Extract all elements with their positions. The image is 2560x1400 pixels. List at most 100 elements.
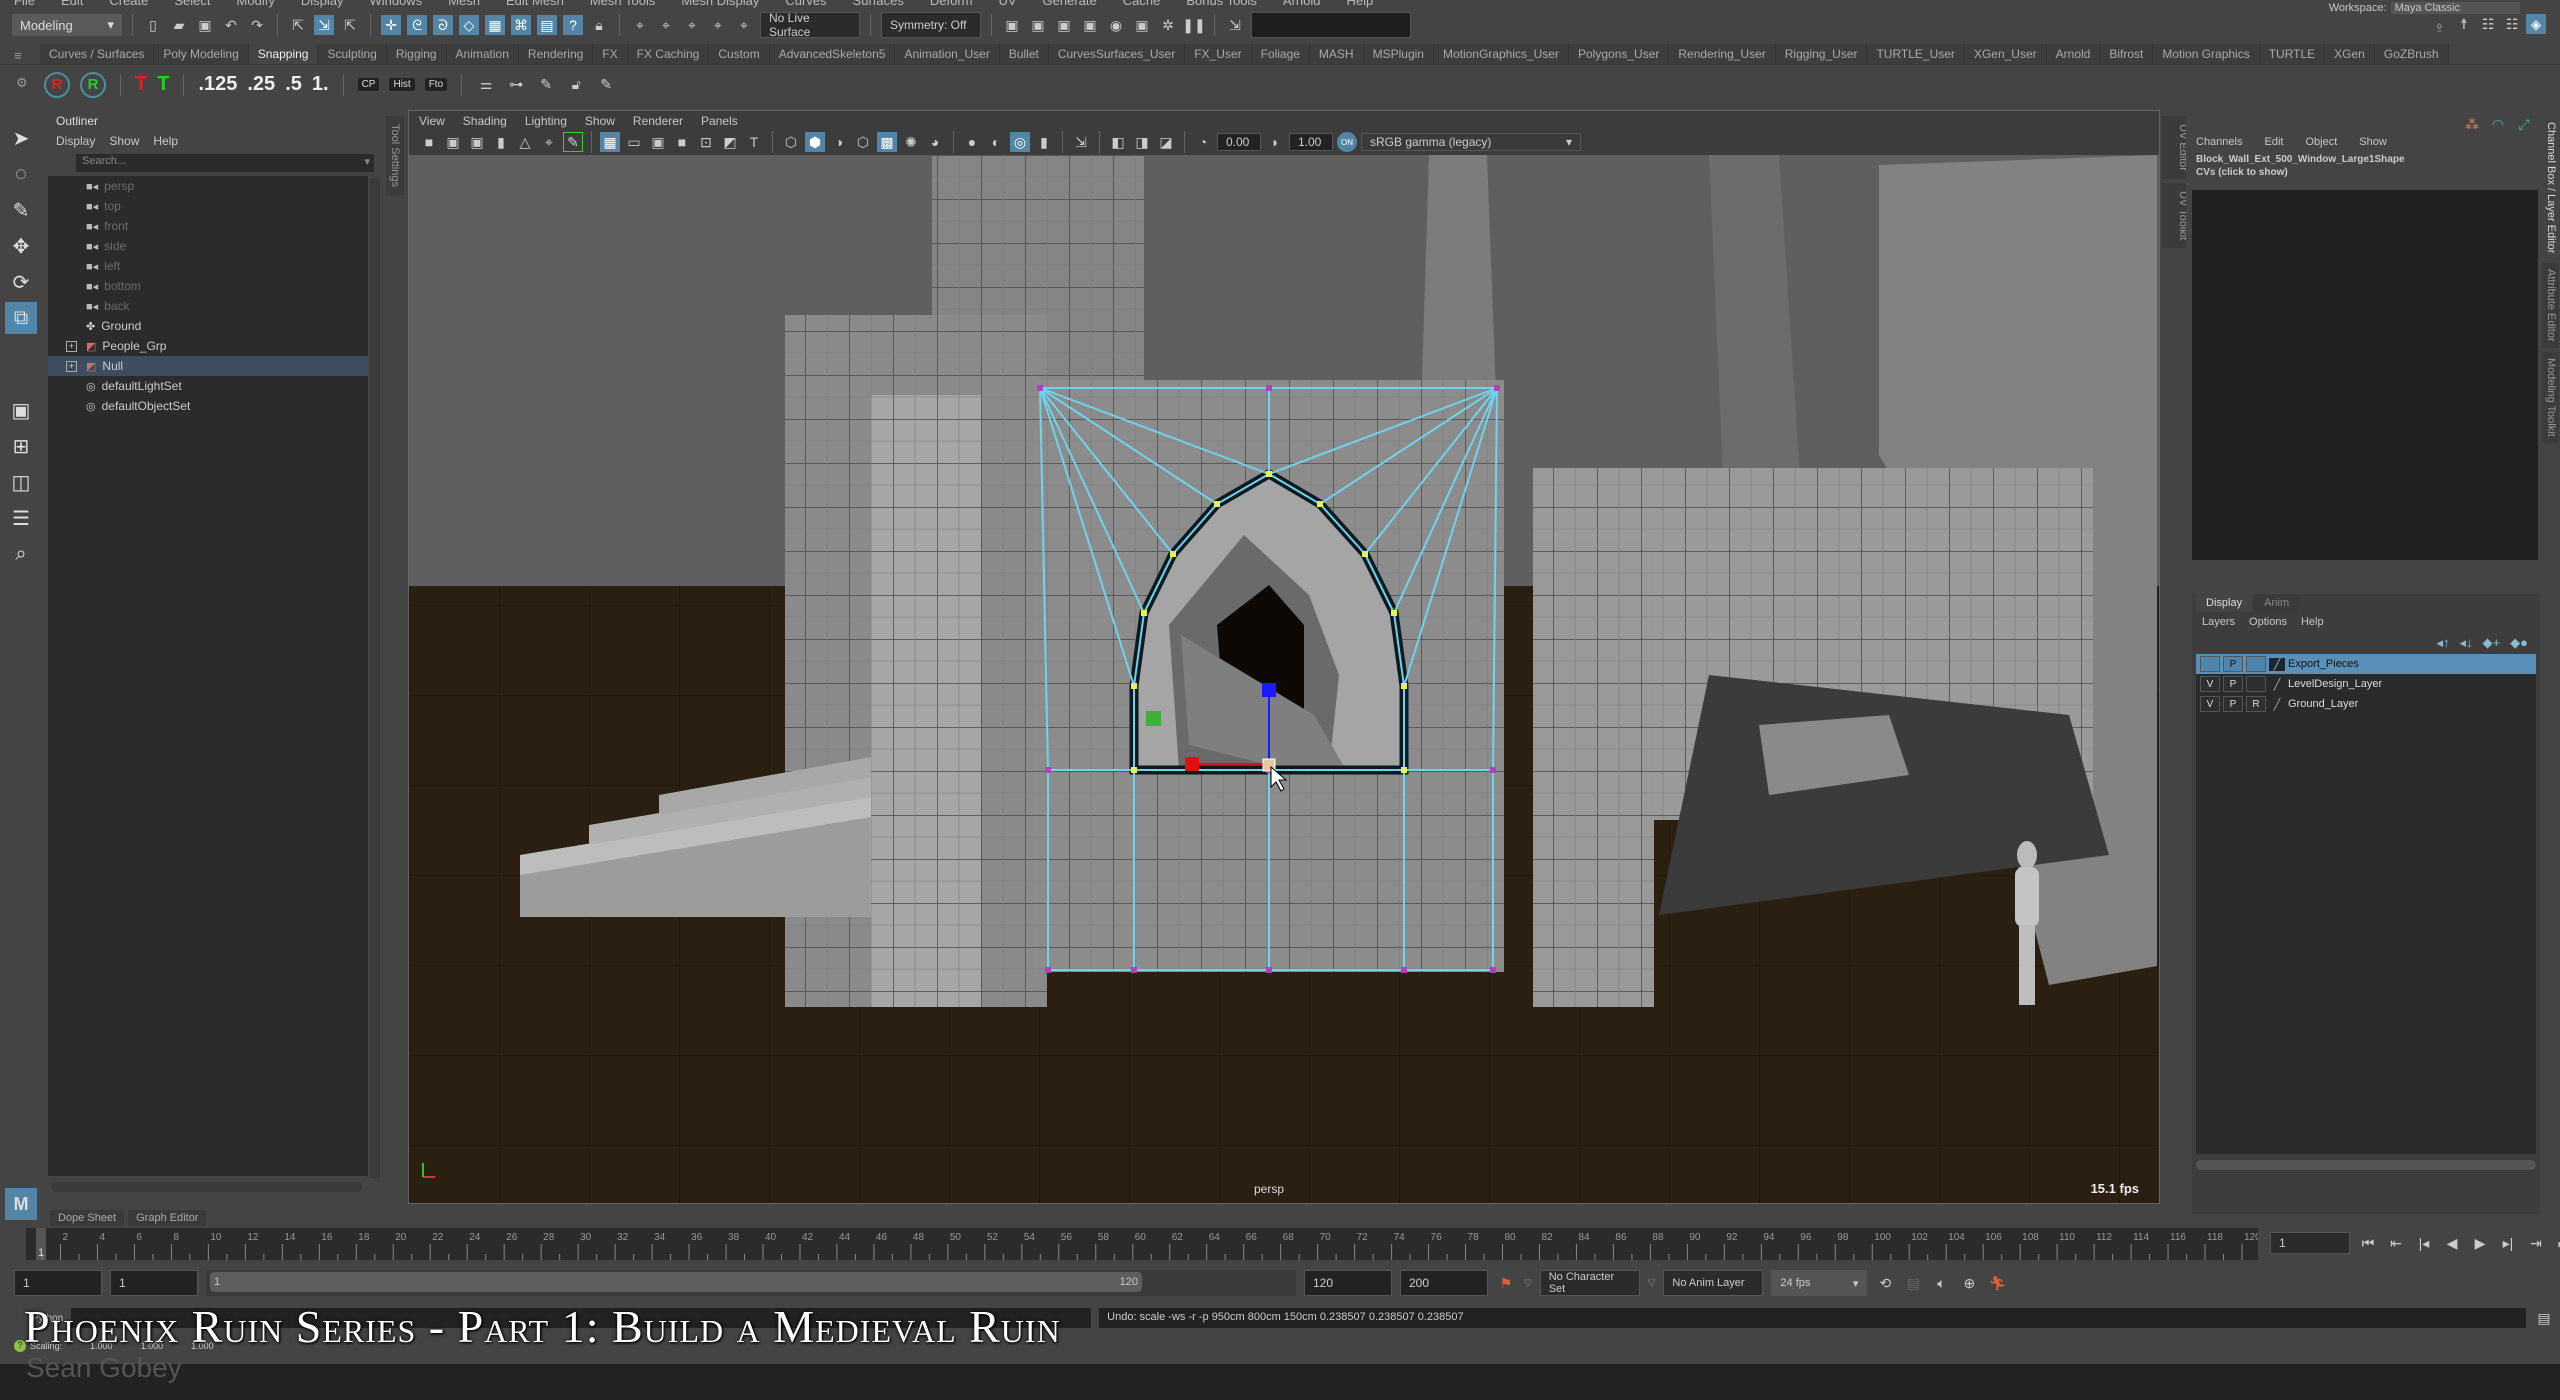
modeling-toolkit-icon[interactable]: ⍚ (2430, 14, 2450, 34)
attribute-editor-icon[interactable]: ☷ (2478, 14, 2498, 34)
snap-curve-icon[interactable]: ᘓ (407, 15, 427, 35)
channel-box-menu-channels[interactable]: Channels (2196, 136, 2242, 148)
new-layer-icon[interactable]: ◆+ (2483, 635, 2501, 651)
move-layer-up-icon[interactable]: ◂↑ (2436, 635, 2449, 651)
shelf-snap-025[interactable]: .25 (247, 73, 275, 96)
sign-in-icon[interactable]: ⇲ (1225, 15, 1245, 35)
shelf-tab-fx[interactable]: FX (593, 44, 628, 64)
outliner-item[interactable]: ■◂ side (48, 236, 368, 256)
menu-create[interactable]: Create (109, 0, 148, 8)
expand-icon[interactable]: + (66, 340, 77, 352)
lattice-point[interactable] (1045, 967, 1051, 973)
outliner-item[interactable]: ■◂ bottom (48, 276, 368, 296)
lattice-point[interactable] (1401, 967, 1407, 973)
viewport-menu-view[interactable]: View (419, 114, 445, 128)
shelf-tab-arnold[interactable]: Arnold (2046, 44, 2101, 64)
lattice-point[interactable] (1494, 385, 1500, 391)
lock-icon[interactable]: 🔒︎ (589, 15, 609, 35)
isolate-select-icon[interactable]: ⇲ (1071, 132, 1091, 152)
channel-box-menu-object[interactable]: Object (2305, 136, 2337, 148)
shelf-snap-1[interactable]: 1. (312, 73, 329, 96)
range-slider-bar[interactable]: 1 120 (210, 1272, 1142, 1292)
outliner-item[interactable]: ■◂ front (48, 216, 368, 236)
shelf-tab-bullet[interactable]: Bullet (999, 44, 1049, 64)
shelf-tab-turtle-user[interactable]: TURTLE_User (1867, 44, 1965, 64)
viewport-menu-lighting[interactable]: Lighting (525, 114, 567, 128)
shelf-tab-advancedskeleton5[interactable]: AdvancedSkeleton5 (769, 44, 896, 64)
history-icon[interactable]: ⌖ (630, 15, 650, 35)
shelf-tab-rendering[interactable]: Rendering (518, 44, 594, 64)
snap-point-icon[interactable]: ᘐ (433, 15, 453, 35)
camera-lock-icon[interactable]: ▣ (443, 132, 463, 152)
snap-projected-icon[interactable]: ▤ (537, 15, 557, 35)
shelf-tab-motion-graphics[interactable]: Motion Graphics (2153, 44, 2260, 64)
shelf-tab-mash[interactable]: MASH (1309, 44, 1364, 64)
shelf-align-icon[interactable]: ⚌ (476, 75, 496, 95)
help-icon[interactable]: ? (563, 15, 583, 35)
search-icon[interactable]: ⌕ (5, 538, 37, 570)
channel-box-menu-show[interactable]: Show (2359, 136, 2387, 148)
lattice-point[interactable] (1131, 683, 1137, 689)
layer-editor-scrollbar[interactable] (2196, 1160, 2536, 1170)
outliner-item[interactable]: ■◂ top (48, 196, 368, 216)
shelf-paint-weights-icon[interactable]: ✎ (596, 75, 616, 95)
shelf-tab-poly-modeling[interactable]: Poly Modeling (154, 44, 249, 64)
menu-uv[interactable]: UV (998, 0, 1016, 8)
range-slider[interactable]: 1 120 (206, 1270, 1296, 1296)
menu-mesh-display[interactable]: Mesh Display (681, 0, 759, 8)
lattice-point[interactable] (1141, 610, 1147, 616)
menu-mesh-tools[interactable]: Mesh Tools (590, 0, 656, 8)
tool-settings-icon[interactable]: ☷ (2502, 14, 2522, 34)
render-settings-icon[interactable]: ▣ (1080, 15, 1100, 35)
bookmark-icon[interactable]: ▮ (491, 132, 511, 152)
menu-bonus-tools[interactable]: Bonus Tools (1186, 0, 1257, 8)
shelf-rotate-snap-green[interactable]: R (80, 71, 106, 98)
menu-edit[interactable]: Edit (61, 0, 83, 8)
layer-visibility-toggle[interactable]: V (2200, 676, 2220, 692)
lattice-point[interactable] (1317, 501, 1323, 507)
layer-row[interactable]: P ╱ Export_Pieces (2196, 654, 2536, 674)
shelf-tab-polygons-user[interactable]: Polygons_User (1569, 44, 1670, 64)
shelf-tab-fx-user[interactable]: FX_User (1185, 44, 1252, 64)
anti-aliasing-icon[interactable]: ◎ (1010, 132, 1030, 152)
loop-icon[interactable]: ⟲ (1875, 1273, 1895, 1293)
xray-icon[interactable]: ◧ (1108, 132, 1128, 152)
wireframe-icon[interactable]: ⬡ (781, 132, 801, 152)
output-ops-icon[interactable]: ⌖ (682, 15, 702, 35)
render-view-icon[interactable]: ▣ (1002, 15, 1022, 35)
layer-playback-toggle[interactable]: P (2223, 656, 2243, 672)
grease-pencil-icon[interactable]: ✎ (563, 132, 583, 152)
single-perspective-icon[interactable]: ▣ (5, 394, 37, 426)
exposure-field[interactable]: 0.00 (1217, 133, 1261, 151)
ipr-render-icon[interactable]: ▣ (1054, 15, 1074, 35)
chevron-down-icon[interactable]: ▾ (364, 155, 370, 168)
menu-generate[interactable]: Generate (1043, 0, 1097, 8)
shelf-tab-sculpting[interactable]: Sculpting (318, 44, 387, 64)
manipulator-y-handle[interactable] (1262, 683, 1276, 697)
new-scene-icon[interactable]: ▯ (143, 15, 163, 35)
ambient-occlusion-icon[interactable]: ● (962, 132, 982, 152)
render-frame-icon[interactable]: ▣ (1028, 15, 1048, 35)
lattice-point[interactable] (1214, 501, 1220, 507)
3d-scene[interactable]: persp 15.1 fps (409, 155, 2159, 1203)
anim-layer-dropdown[interactable]: No Anim Layer (1663, 1270, 1764, 1296)
chevron-down-icon[interactable]: ▽ (1648, 1278, 1656, 1289)
select-hierarchy-icon[interactable]: ⇱ (288, 15, 308, 35)
layer-visibility-toggle[interactable] (2200, 656, 2220, 672)
menu-mesh[interactable]: Mesh (448, 0, 480, 8)
tool-settings-tab[interactable]: Tool Settings (386, 116, 404, 195)
scale-tool-icon[interactable]: ⧉ (5, 302, 37, 334)
layer-menu-help[interactable]: Help (2301, 616, 2324, 628)
shelf-tab-curvessurfaces-user[interactable]: CurvesSurfaces_User (1048, 44, 1186, 64)
cvs-click-to-show[interactable]: CVs (click to show) (2186, 165, 2540, 180)
layer-menu-options[interactable]: Options (2249, 616, 2287, 628)
outliner-item[interactable]: ◎ defaultLightSet (48, 376, 368, 396)
snap-surface-icon[interactable]: ▦ (485, 15, 505, 35)
outliner-menu-help[interactable]: Help (153, 134, 178, 148)
shelf-tab-rendering-user[interactable]: Rendering_User (1669, 44, 1776, 64)
layer-row[interactable]: V P R ╱ Ground_Layer (2196, 694, 2536, 714)
select-object-icon[interactable]: ⇲ (314, 15, 334, 35)
snap-grid-icon[interactable]: ✛ (381, 15, 401, 35)
viewport-menu-renderer[interactable]: Renderer (633, 114, 683, 128)
shadows-icon[interactable]: ◕ (925, 132, 945, 152)
